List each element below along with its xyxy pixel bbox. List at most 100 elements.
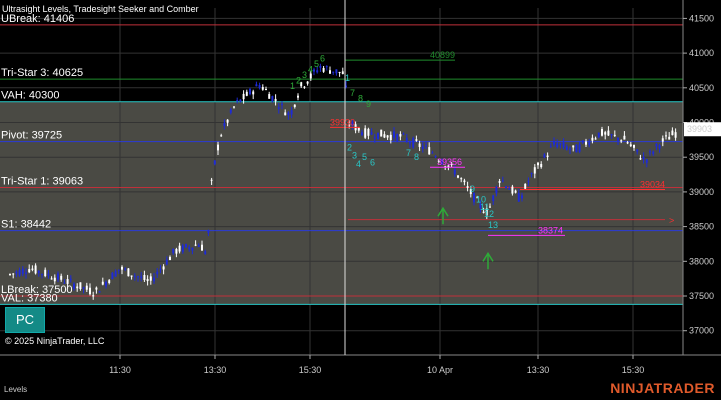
candle-body [389,134,392,141]
candle-body [405,137,408,142]
candle-body [194,244,197,246]
candle-body [153,277,155,282]
candle-body [249,88,251,95]
last-price-label: 39903 [687,124,712,134]
candle-body [137,276,139,278]
candle-body [258,85,261,89]
candle-body [82,287,85,289]
candle-body [498,181,501,183]
candle-body [57,273,59,280]
price-annotation-label: 39034 [640,180,665,190]
candle-body [265,89,267,91]
candle-body [626,142,629,144]
candle-body [319,65,322,68]
candle-body [629,144,632,147]
candle-body [63,282,66,284]
candle-body [223,123,226,127]
chart-title: Ultrasight Levels, Tradesight Seeker and… [2,4,199,14]
candle-body [233,106,235,108]
candle-body [69,278,72,280]
candle-body [661,138,664,142]
price-annotation-label: 38374 [538,225,563,235]
candle-body [73,283,75,289]
candle-body [12,273,15,275]
footer-levels-label: Levels [4,385,28,394]
candle-body [89,287,91,295]
candle-body [165,259,168,265]
candle-body [549,146,552,148]
x-tick-label: 15:30 [299,365,322,375]
candle-body [511,186,514,194]
candle-body [553,141,555,145]
x-tick-label: 15:30 [622,365,645,375]
price-annotation-label: 40899 [430,50,455,60]
level-label: VAL: 37380 [1,292,58,304]
candle-body [53,277,56,282]
candle-body [210,179,213,181]
sequence-count-cyan: 6 [370,158,375,168]
candle-body [271,96,274,102]
candle-body [639,158,642,160]
candle-body [601,129,603,136]
candle-body [453,169,456,175]
candle-body [505,186,507,188]
y-tick-label: 38500 [689,222,714,232]
candle-body [133,275,136,277]
candle-body [613,134,616,136]
candle-body [521,195,523,199]
candle-body [607,130,610,136]
price-chart[interactable]: UBreak: 41406 Tri-Star 3: 40625 VAH: 40300… [0,0,721,400]
candle-body [495,186,498,194]
y-tick-label: 40500 [689,83,714,93]
y-tick-label: 39000 [689,187,714,197]
candle-body [127,268,130,277]
candle-body [645,159,648,163]
pc-button[interactable]: PC [5,307,45,333]
candle-body [316,70,319,73]
candle-body [361,132,363,136]
candle-body [60,275,63,280]
sequence-count-green: 8 [358,94,363,104]
candle-body [181,245,184,252]
candle-body [124,268,127,270]
candle-body [281,103,283,105]
candle-body [159,269,162,271]
candle-body [415,139,418,141]
candle-body [649,151,651,153]
candle-body [674,132,677,138]
sequence-count-green: 5 [314,59,319,69]
copyright: © 2025 NinjaTrader, LLC [5,336,105,346]
candle-body [146,279,149,282]
candle-body [460,178,463,180]
candle-body [665,135,667,137]
candle-body [572,145,575,148]
ninjatrader-logo: NINJATRADER [610,380,715,396]
candle-body [34,265,37,274]
candle-body [101,281,104,285]
candle-body [341,71,344,75]
candle-body [15,271,18,274]
candle-body [380,129,383,137]
candle-body [540,163,543,168]
candle-body [188,247,191,250]
price-annotation-label: 39356 [437,157,462,167]
candle-body [373,137,376,139]
candle-body [220,135,223,137]
candle-body [50,278,53,280]
sequence-count-cyan: 8 [414,152,419,162]
candle-body [277,107,280,109]
sequence-count-green: 3 [302,70,307,80]
candle-body [530,172,533,174]
candle-body [546,155,549,158]
candle-body [130,275,133,277]
candle-body [377,132,379,139]
candle-body [364,128,367,138]
candle-body [569,148,571,150]
candle-body [335,69,338,74]
sequence-count-cyan: 9 [470,184,475,194]
candle-body [201,244,203,251]
x-tick-label: 11:30 [109,365,131,375]
sequence-count-green: 2 [296,76,301,86]
y-tick-label: 37500 [689,291,714,301]
candle-body [421,146,424,149]
